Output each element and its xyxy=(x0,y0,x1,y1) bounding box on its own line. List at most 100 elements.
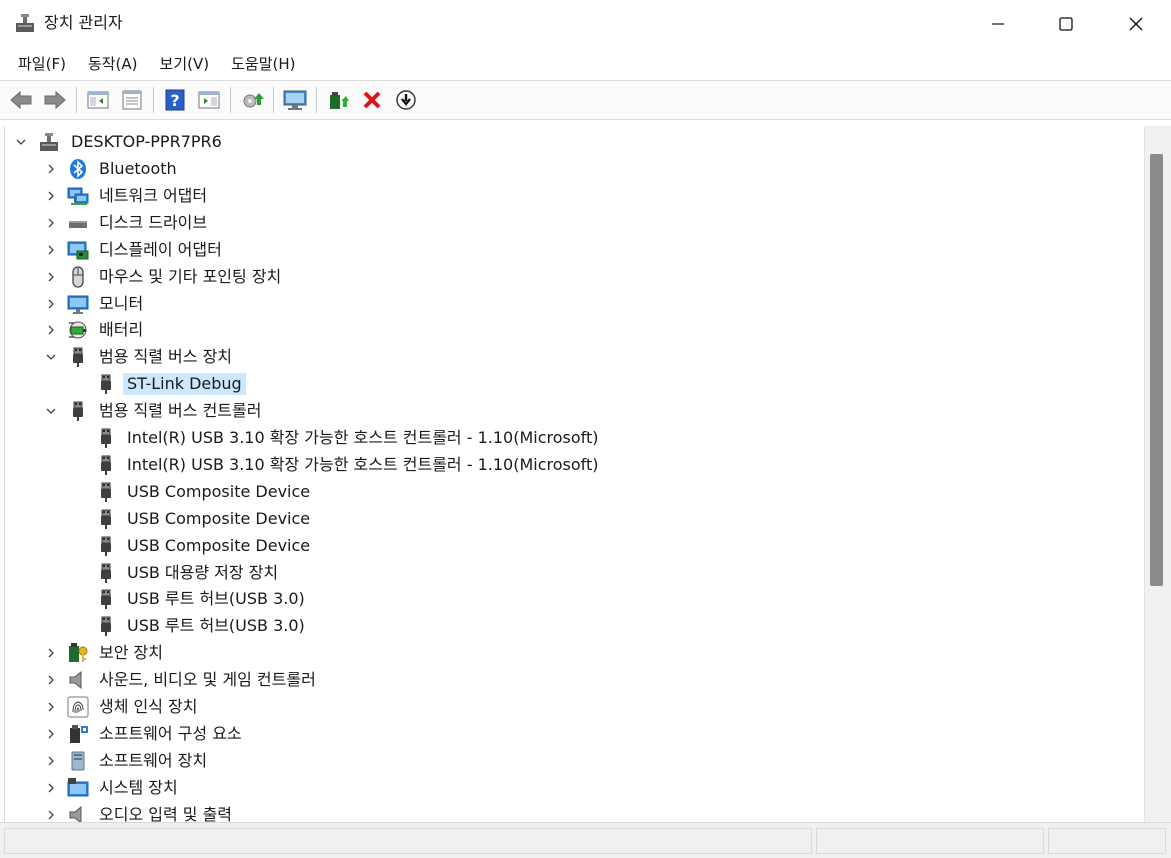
chevron-right-icon[interactable] xyxy=(45,782,57,794)
help-icon: ? xyxy=(165,89,185,111)
back-arrow-icon xyxy=(10,90,32,110)
toolbar-separator xyxy=(273,87,274,113)
action-pane-button[interactable] xyxy=(194,85,224,115)
chevron-down-icon[interactable] xyxy=(45,405,57,417)
fingerprint-icon xyxy=(67,696,89,718)
close-button[interactable] xyxy=(1101,0,1171,48)
tree-item-label: 소프트웨어 구성 요소 xyxy=(99,723,242,743)
menu-help[interactable]: 도움말(H) xyxy=(221,49,305,79)
scan-hardware-button[interactable] xyxy=(280,85,310,115)
enable-device-icon xyxy=(330,92,349,109)
tree-category[interactable]: 생체 인식 장치 xyxy=(5,694,1125,721)
chevron-down-icon[interactable] xyxy=(15,136,27,148)
status-bar xyxy=(0,822,1171,858)
device-tree: DESKTOP-PPR7PR6 Bluetooth 네트워크 어댑터디스크 드라이… xyxy=(4,126,1144,822)
computer-name: DESKTOP-PPR7PR6 xyxy=(71,132,222,151)
close-icon xyxy=(1129,17,1143,31)
chevron-down-icon[interactable] xyxy=(45,351,57,363)
tree-category[interactable]: 범용 직렬 버스 장치 xyxy=(5,344,1125,371)
tree-category[interactable]: 마우스 및 기타 포인팅 장치 xyxy=(5,264,1125,291)
uninstall-device-icon xyxy=(363,91,381,109)
usb-plug-icon xyxy=(95,535,117,557)
menu-action[interactable]: 동작(A) xyxy=(78,49,148,79)
tree-root[interactable]: DESKTOP-PPR7PR6 xyxy=(5,129,1125,156)
tree-item-label: USB 대용량 저장 장치 xyxy=(127,562,279,582)
forward-button[interactable] xyxy=(40,85,70,115)
tree-category[interactable]: 보안 장치 xyxy=(5,640,1125,667)
console-tree-button[interactable] xyxy=(83,85,113,115)
tree-category[interactable]: 사운드, 비디오 및 게임 컨트롤러 xyxy=(5,667,1125,694)
minimize-icon xyxy=(992,23,1004,25)
tree-category[interactable]: 배터리 xyxy=(5,317,1125,344)
chevron-right-icon[interactable] xyxy=(45,755,57,767)
tree-category[interactable]: 오디오 입력 및 출력 xyxy=(5,802,1125,822)
usb-plug-icon xyxy=(67,400,89,422)
tree-category[interactable]: 네트워크 어댑터 xyxy=(5,183,1125,210)
mouse-icon xyxy=(67,265,89,288)
tree-category[interactable]: 디스크 드라이브 xyxy=(5,210,1125,237)
tree-device[interactable]: Intel(R) USB 3.10 확장 가능한 호스트 컨트롤러 - 1.10… xyxy=(5,452,1125,479)
toolbar-separator xyxy=(153,87,154,113)
usb-plug-icon xyxy=(95,615,117,637)
scrollbar-thumb[interactable] xyxy=(1150,154,1163,586)
menu-view[interactable]: 보기(V) xyxy=(150,49,220,79)
device-manager-icon xyxy=(14,12,36,34)
tree-item-label: 모니터 xyxy=(99,293,144,313)
chevron-right-icon[interactable] xyxy=(45,728,57,740)
forward-arrow-icon xyxy=(44,90,66,110)
tree-device[interactable]: USB Composite Device xyxy=(5,479,1125,506)
minimize-button[interactable] xyxy=(963,0,1033,48)
chevron-right-icon[interactable] xyxy=(45,647,57,659)
tree-device[interactable]: ST-Link Debug xyxy=(5,371,1125,398)
update-driver-button[interactable] xyxy=(237,85,267,115)
properties-button[interactable] xyxy=(117,85,147,115)
network-adapter-icon xyxy=(67,185,89,207)
menu-file[interactable]: 파일(F) xyxy=(8,49,76,79)
tree-device[interactable]: USB Composite Device xyxy=(5,506,1125,533)
tree-device[interactable]: USB 대용량 저장 장치 xyxy=(5,560,1125,587)
tree-device[interactable]: USB 루트 허브(USB 3.0) xyxy=(5,613,1125,640)
toolbar-separator xyxy=(230,87,231,113)
chevron-right-icon[interactable] xyxy=(45,217,57,229)
tree-category[interactable]: 시스템 장치 xyxy=(5,775,1125,802)
chevron-right-icon[interactable] xyxy=(45,298,57,310)
toolbar-separator xyxy=(76,87,77,113)
disable-device-button[interactable] xyxy=(391,85,421,115)
chevron-right-icon[interactable] xyxy=(45,190,57,202)
maximize-button[interactable] xyxy=(1031,0,1101,48)
usb-plug-icon xyxy=(95,588,117,610)
vertical-scrollbar[interactable] xyxy=(1144,126,1171,822)
tree-category[interactable]: 소프트웨어 장치 xyxy=(5,748,1125,775)
tree-item-label: 네트워크 어댑터 xyxy=(99,185,208,205)
display-adapter-icon xyxy=(67,239,89,261)
tree-item-label: Intel(R) USB 3.10 확장 가능한 호스트 컨트롤러 - 1.10… xyxy=(127,428,599,447)
tree-device[interactable]: USB 루트 허브(USB 3.0) xyxy=(5,586,1125,613)
chevron-right-icon[interactable] xyxy=(45,324,57,336)
chevron-right-icon[interactable] xyxy=(45,701,57,713)
usb-plug-icon xyxy=(67,346,89,368)
help-button[interactable]: ? xyxy=(160,85,190,115)
tree-device[interactable]: USB Composite Device xyxy=(5,533,1125,560)
tree-item-label: 사운드, 비디오 및 게임 컨트롤러 xyxy=(99,670,316,690)
chevron-right-icon[interactable] xyxy=(45,244,57,256)
usb-plug-icon xyxy=(95,562,117,584)
chevron-right-icon[interactable] xyxy=(45,809,57,821)
properties-icon xyxy=(122,90,142,110)
tree-category[interactable]: Bluetooth xyxy=(5,156,1125,183)
action-pane-icon xyxy=(198,91,220,109)
tree-item-label: USB 루트 허브(USB 3.0) xyxy=(127,616,305,636)
chevron-right-icon[interactable] xyxy=(45,674,57,686)
tree-category[interactable]: 범용 직렬 버스 컨트롤러 xyxy=(5,398,1125,425)
tree-device[interactable]: Intel(R) USB 3.10 확장 가능한 호스트 컨트롤러 - 1.10… xyxy=(5,425,1125,452)
update-driver-icon xyxy=(243,93,264,108)
disable-device-icon xyxy=(396,90,416,110)
chevron-right-icon[interactable] xyxy=(45,163,57,175)
tree-category[interactable]: 모니터 xyxy=(5,291,1125,318)
tree-category[interactable]: 소프트웨어 구성 요소 xyxy=(5,721,1125,748)
chevron-right-icon[interactable] xyxy=(45,271,57,283)
tree-item-label: USB Composite Device xyxy=(127,481,311,501)
tree-category[interactable]: 디스플레이 어댑터 xyxy=(5,237,1125,264)
enable-device-button[interactable] xyxy=(323,85,353,115)
uninstall-device-button[interactable] xyxy=(357,85,387,115)
back-button[interactable] xyxy=(6,85,36,115)
